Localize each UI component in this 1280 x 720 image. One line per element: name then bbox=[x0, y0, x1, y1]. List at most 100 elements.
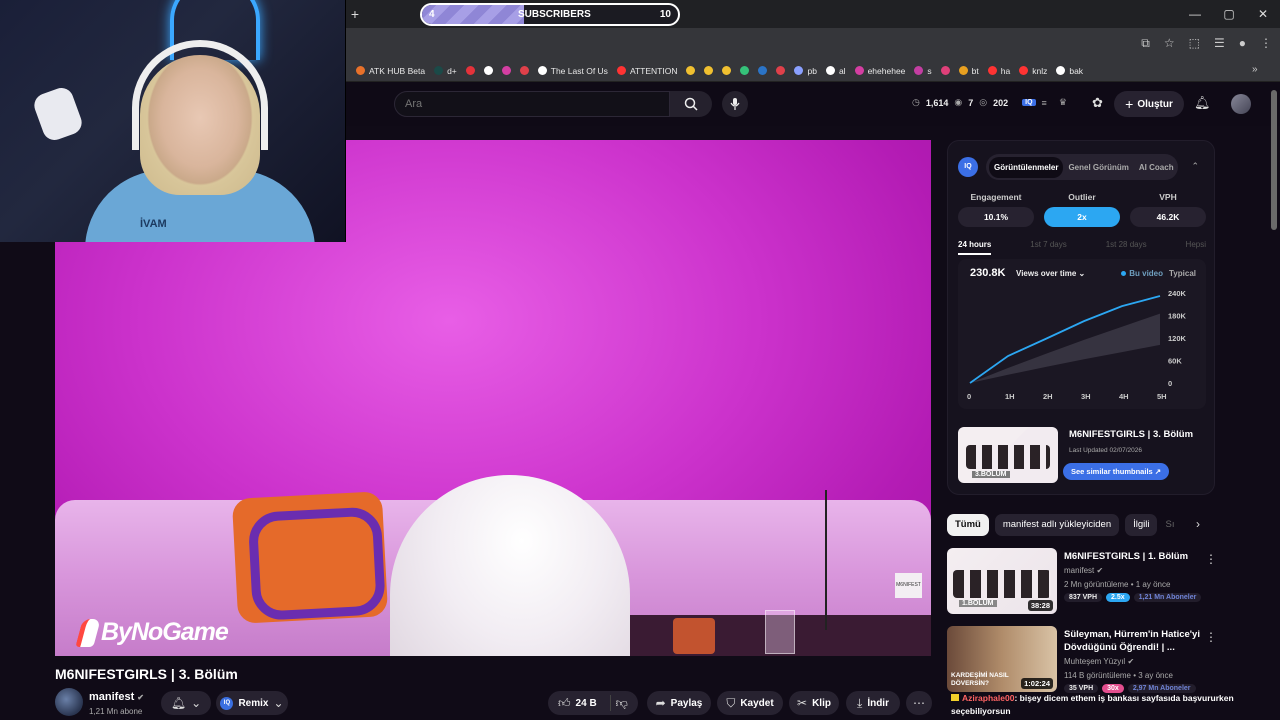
bookmark-item[interactable] bbox=[704, 66, 714, 75]
create-button[interactable]: + Oluştur bbox=[1114, 91, 1184, 117]
bookmark-item[interactable]: bak bbox=[1056, 66, 1083, 76]
video-thumbnail[interactable]: 3.BÖLÜM bbox=[958, 427, 1058, 483]
microphone-icon bbox=[730, 98, 740, 110]
legend-this-video-label: Bu video bbox=[1129, 269, 1164, 278]
chip-uploader[interactable]: manifest adlı yükleyiciden bbox=[994, 514, 1120, 536]
bookmark-item[interactable]: ehehehee bbox=[854, 66, 905, 76]
legend-this-video: Bu video bbox=[1121, 269, 1163, 278]
bookmark-item[interactable] bbox=[722, 66, 732, 75]
range-all[interactable]: Hepsi bbox=[1186, 240, 1206, 255]
bookmark-item[interactable] bbox=[686, 66, 696, 75]
create-label: Oluştur bbox=[1137, 98, 1173, 110]
maximize-button[interactable]: ▢ bbox=[1212, 0, 1246, 28]
chip-more[interactable]: Sı bbox=[1163, 514, 1176, 536]
chevron-up-icon[interactable]: ⌃ bbox=[1191, 161, 1199, 172]
new-tab-button[interactable]: + bbox=[348, 6, 362, 22]
save-button[interactable]: ⛉ Kaydet bbox=[717, 691, 783, 715]
thumbnail-tag: 3.BÖLÜM bbox=[972, 471, 1010, 478]
bookmark-item[interactable]: s bbox=[914, 66, 932, 76]
recommendation-item[interactable]: KARDEŞİMİ NASIL DÖVERSİN? 1:02:24 Süleym… bbox=[947, 626, 1222, 696]
tab-overview[interactable]: Genel Görünüm bbox=[1063, 157, 1133, 178]
stat-c: 202 bbox=[993, 97, 1009, 108]
bookmark-item[interactable] bbox=[940, 66, 950, 75]
tab-views[interactable]: Görüntülenmeler bbox=[989, 156, 1064, 178]
bookmark-item[interactable]: ATTENTION bbox=[616, 66, 677, 76]
thumbs-down-icon[interactable]: 👎︎ bbox=[616, 696, 628, 711]
account-avatar[interactable] bbox=[1231, 94, 1251, 114]
bookmark-item[interactable]: The Last Of Us bbox=[537, 65, 608, 76]
bookmark-item[interactable] bbox=[465, 66, 475, 75]
bookmark-item[interactable] bbox=[501, 66, 511, 75]
channel-name[interactable]: manifest ✔ bbox=[89, 691, 144, 703]
similar-thumbnails-button[interactable]: See similar thumbnails ↗ bbox=[1063, 463, 1170, 480]
microphone bbox=[30, 84, 86, 144]
chevron-down-icon: ⌄ bbox=[273, 696, 284, 710]
bookmark-item[interactable]: bt bbox=[958, 66, 979, 76]
recommendation-thumbnail[interactable]: KARDEŞİMİ NASIL DÖVERSİN? 1:02:24 bbox=[947, 626, 1057, 692]
bookmark-item[interactable]: al bbox=[825, 66, 846, 76]
range-7d[interactable]: 1st 7 days bbox=[1030, 240, 1066, 255]
notifications-bell-icon[interactable]: 🔔︎ bbox=[1194, 95, 1211, 111]
bookmarks-overflow-button[interactable]: » bbox=[1252, 64, 1266, 75]
video-duration: 1:02:24 bbox=[1021, 678, 1053, 689]
menu-icon[interactable]: ⋮ bbox=[1260, 36, 1272, 51]
clip-button[interactable]: ✂ Klip bbox=[789, 691, 839, 715]
thumbnail-tag: KARDEŞİMİ NASIL DÖVERSİN? bbox=[951, 672, 1009, 687]
remix-button[interactable]: IQ Remix ⌄ bbox=[216, 691, 288, 715]
share-button[interactable]: ➦ Paylaş bbox=[647, 691, 711, 715]
channel-avatar[interactable] bbox=[55, 688, 83, 716]
bookmark-item[interactable]: ha bbox=[987, 65, 1011, 76]
bookmark-item[interactable] bbox=[519, 66, 529, 75]
search-button[interactable] bbox=[670, 91, 712, 117]
voice-search-button[interactable] bbox=[722, 91, 748, 117]
bookmark-item[interactable] bbox=[740, 66, 750, 75]
chevron-right-icon[interactable]: › bbox=[1196, 517, 1200, 531]
bookmark-icon: ⛉ bbox=[726, 695, 736, 710]
chart-legend: Bu video Typical bbox=[1121, 269, 1196, 278]
recommendation-item[interactable]: 1.BÖLÜM 38:28 M6NIFESTGIRLS | 1. Bölüm m… bbox=[947, 548, 1222, 618]
more-vertical-icon[interactable]: ⋮ bbox=[1205, 552, 1217, 566]
tab-ai-coach[interactable]: AI Coach bbox=[1134, 157, 1179, 178]
bookmark-label: ha bbox=[1000, 65, 1011, 76]
puzzle-icon[interactable]: ✿ bbox=[1092, 95, 1103, 111]
star-icon[interactable]: ☆ bbox=[1164, 36, 1175, 51]
chart-metric-select[interactable]: Views over time ⌄ bbox=[1016, 269, 1085, 278]
search-icon bbox=[684, 97, 698, 111]
bookmark-favicon-icon bbox=[940, 66, 950, 75]
cast-icon[interactable]: ⧉ bbox=[1141, 36, 1150, 51]
media-icon[interactable]: ☰ bbox=[1214, 36, 1225, 51]
bookmark-item[interactable]: ATK HUB Beta bbox=[356, 66, 425, 76]
download-button[interactable]: ⤓ İndir bbox=[846, 691, 900, 715]
bookmark-item[interactable] bbox=[483, 66, 493, 75]
verified-icon: ✔ bbox=[1096, 566, 1104, 575]
bookmark-item[interactable]: d+ bbox=[434, 66, 457, 76]
bookmark-item[interactable] bbox=[776, 66, 786, 75]
outlier-badge: 2.5x bbox=[1106, 593, 1130, 602]
range-24h[interactable]: 24 hours bbox=[958, 240, 992, 255]
recommendation-channel-name: manifest bbox=[1064, 566, 1095, 575]
range-28d[interactable]: 1st 28 days bbox=[1106, 240, 1147, 255]
thumbnail-section: 3.BÖLÜM M6NIFESTGIRLS | 3. Bölüm Last Up… bbox=[958, 425, 1206, 485]
trophy-icon[interactable]: ♛ bbox=[1059, 97, 1067, 108]
more-actions-button[interactable]: ⋯ bbox=[906, 691, 932, 715]
chip-all[interactable]: Tümü bbox=[947, 514, 989, 536]
bookmark-label: The Last Of Us bbox=[550, 65, 608, 76]
like-button[interactable]: 👍︎ 24 B 👎︎ bbox=[548, 691, 638, 715]
bookmark-item[interactable]: knlz bbox=[1019, 66, 1047, 76]
iq-extension-icon[interactable]: IQ bbox=[1022, 99, 1036, 106]
search-input[interactable] bbox=[395, 92, 669, 116]
page-scrollbar[interactable] bbox=[1271, 90, 1277, 230]
close-button[interactable]: ✕ bbox=[1246, 0, 1280, 28]
profile-icon[interactable]: ● bbox=[1239, 36, 1246, 51]
bookmark-item[interactable]: pb bbox=[794, 66, 817, 76]
extensions-icon[interactable]: ⬚ bbox=[1189, 36, 1200, 51]
bookmark-item[interactable] bbox=[758, 66, 768, 75]
more-vertical-icon[interactable]: ⋮ bbox=[1205, 630, 1217, 644]
minimize-button[interactable]: — bbox=[1178, 0, 1212, 28]
notification-bell-button[interactable]: 🔔︎ ⌄ bbox=[161, 691, 211, 715]
list-icon[interactable]: ≡ bbox=[1042, 98, 1047, 108]
chip-related[interactable]: İlgili bbox=[1125, 514, 1158, 536]
thumbnail-tag: 1.BÖLÜM bbox=[959, 600, 997, 607]
y-tick-label: 60K bbox=[1168, 357, 1182, 366]
recommendation-thumbnail[interactable]: 1.BÖLÜM 38:28 bbox=[947, 548, 1057, 614]
